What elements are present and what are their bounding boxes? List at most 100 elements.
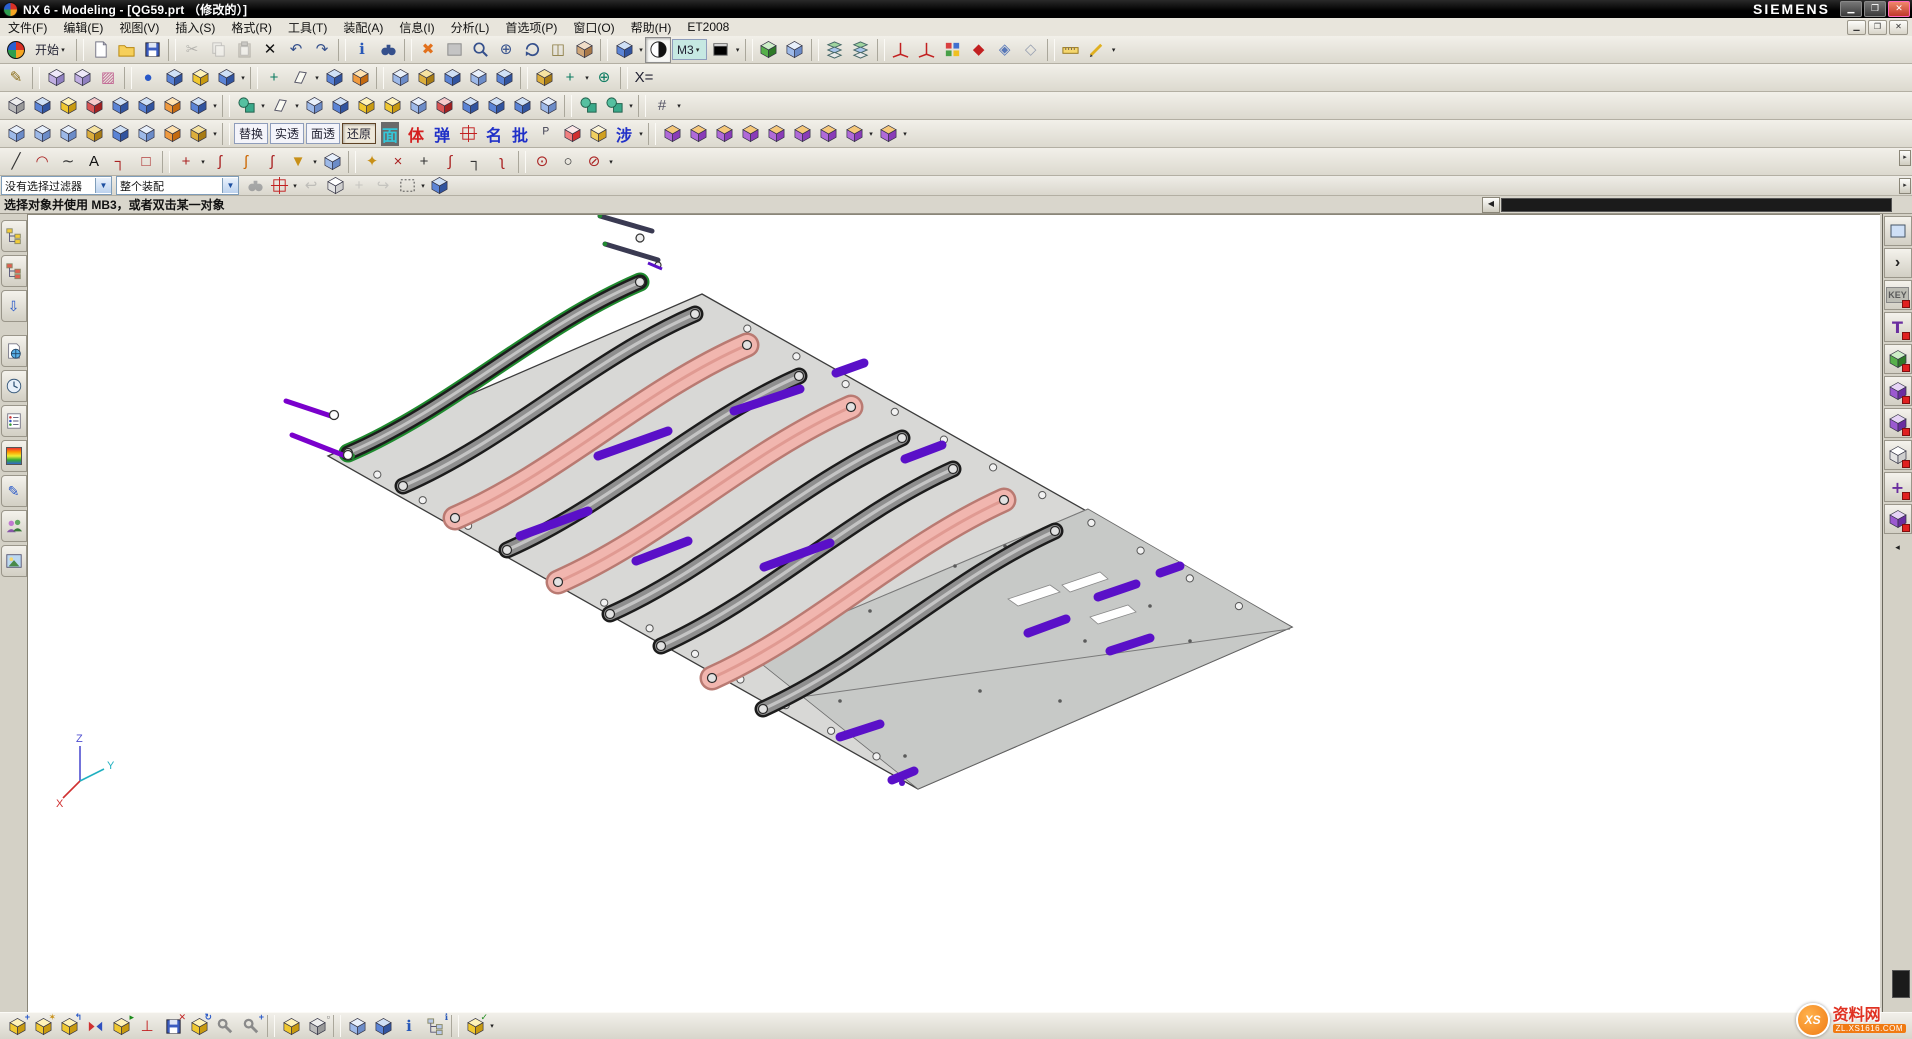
drag-selection-icon[interactable]: ↪ (371, 175, 395, 196)
helix-icon[interactable]: ▼ (285, 149, 311, 175)
pad-icon[interactable] (107, 93, 133, 119)
perspective-view-icon[interactable] (571, 37, 597, 63)
expression-icon[interactable]: X= (631, 65, 657, 91)
replace-button[interactable]: 替换 (234, 123, 268, 144)
point-set-icon-dropdown[interactable]: ▾ (583, 74, 591, 82)
layer-category-icon[interactable] (848, 37, 874, 63)
emboss-icon[interactable] (347, 65, 373, 91)
law-extension-icon[interactable] (159, 121, 185, 147)
slider-track[interactable] (1501, 198, 1892, 212)
new-component-icon[interactable]: ✶ (30, 1013, 56, 1039)
point-icon[interactable]: + (261, 65, 287, 91)
pattern-component-icon[interactable]: ↰ (56, 1013, 82, 1039)
view-background-icon-dropdown[interactable]: ▾ (734, 46, 742, 54)
materials-tab[interactable] (1, 440, 27, 472)
menu-item-3[interactable]: 视图(V) (111, 18, 167, 36)
graphics-viewport[interactable]: ZXY (28, 214, 1880, 1013)
menu-item-13[interactable]: ET2008 (679, 18, 737, 36)
batch-tool-icon[interactable]: 批 (507, 121, 533, 147)
viewport-canvas[interactable]: ZXY (28, 215, 1880, 1013)
restore-button[interactable]: ❐ (1864, 1, 1886, 17)
ruled-surface-icon[interactable] (387, 65, 413, 91)
sequence-icon[interactable]: ▫ (304, 1013, 330, 1039)
assembly-information-icon[interactable]: ℹ (396, 1013, 422, 1039)
csys-tool-icon[interactable] (601, 93, 627, 119)
restore-button[interactable]: 还原 (342, 123, 376, 144)
resource-slider[interactable]: ◀ (1482, 198, 1892, 212)
more-features-icon-dropdown[interactable]: ▾ (211, 102, 219, 110)
block-library-item[interactable] (1884, 344, 1912, 374)
arc-icon[interactable]: ◠ (29, 149, 55, 175)
ellipse-icon[interactable]: ○ (555, 149, 581, 175)
interference-tool-icon-dropdown[interactable]: ▾ (637, 130, 645, 138)
mirror-feature-icon[interactable] (457, 93, 483, 119)
clip-section-icon[interactable] (782, 37, 808, 63)
swept-icon[interactable] (531, 65, 557, 91)
selbar-overflow-icon[interactable]: ▸ (1899, 178, 1911, 194)
interference-tool-icon[interactable]: 涉 (611, 121, 637, 147)
copy-icon[interactable] (205, 37, 231, 63)
full-screen-icon[interactable] (1884, 216, 1912, 246)
assembly-navigator-tab[interactable] (1, 220, 27, 252)
assembly-relations-icon[interactable]: ℹ (422, 1013, 448, 1039)
point-curve-icon[interactable]: + (173, 149, 199, 175)
menu-item-7[interactable]: 装配(A) (335, 18, 391, 36)
history-tab[interactable] (1, 370, 27, 402)
selection-point-icon-dropdown[interactable]: ▾ (291, 182, 299, 190)
elbow-library-item[interactable] (1884, 504, 1912, 534)
new-file-icon[interactable] (87, 37, 113, 63)
align-component-icon[interactable] (763, 121, 789, 147)
through-curves-icon[interactable] (465, 65, 491, 91)
wcs-dynamics-icon[interactable] (888, 37, 914, 63)
point-curve-icon-dropdown[interactable]: ▾ (199, 158, 207, 166)
n-sided-surface-icon[interactable] (55, 121, 81, 147)
menu-item-9[interactable]: 分析(L) (443, 18, 498, 36)
cut-icon[interactable]: ✂ (179, 37, 205, 63)
intersection-point-icon[interactable]: ⊕ (591, 65, 617, 91)
solid-translucency-button[interactable]: 实透 (270, 123, 304, 144)
extension-surface-icon-dropdown[interactable]: ▾ (211, 130, 219, 138)
measure-angle-icon-dropdown[interactable]: ▾ (1110, 46, 1118, 54)
close-button[interactable]: ✕ (1888, 1, 1910, 17)
tube-icon[interactable] (319, 149, 345, 175)
move-component-icon[interactable]: ▸ (108, 1013, 134, 1039)
rotate-component-icon[interactable] (685, 121, 711, 147)
csys-tool-icon-dropdown[interactable]: ▾ (627, 102, 635, 110)
zoom-box-icon[interactable] (441, 37, 467, 63)
shell-icon[interactable] (509, 93, 535, 119)
slider-left-icon[interactable]: ◀ (1482, 197, 1500, 213)
nx-app-icon[interactable] (3, 37, 29, 63)
rectangle-icon[interactable]: □ (133, 149, 159, 175)
selection-scope-dropdown-icon[interactable]: ▼ (222, 178, 238, 193)
system-palettes-tab[interactable] (1, 405, 27, 437)
wcs-orient-icon[interactable] (914, 37, 940, 63)
datum-csys-icon[interactable] (233, 93, 259, 119)
snap-point-icon[interactable]: # (649, 93, 675, 119)
remember-constraints-icon[interactable]: ✕ (160, 1013, 186, 1039)
menu-item-12[interactable]: 帮助(H) (623, 18, 680, 36)
sew-icon[interactable] (81, 93, 107, 119)
assembly-validation-icon[interactable]: ✓ (462, 1013, 488, 1039)
block-icon[interactable] (161, 65, 187, 91)
orient-view-icon[interactable] (611, 37, 637, 63)
offset-face-icon[interactable] (301, 93, 327, 119)
plane-icon-dropdown[interactable]: ▾ (313, 74, 321, 82)
corner-icon[interactable]: ┐ (107, 149, 133, 175)
assembly-constraints-icon[interactable]: ⊥ (134, 1013, 160, 1039)
delete-face-icon[interactable] (353, 93, 379, 119)
divide-curve-icon[interactable]: + (411, 149, 437, 175)
face-tool-icon[interactable]: 面 (377, 121, 403, 147)
face-translucency-button[interactable]: 面透 (306, 123, 340, 144)
show-hide-icon[interactable]: ◆ (966, 37, 992, 63)
copy-component-icon-dropdown[interactable]: ▾ (867, 130, 875, 138)
bushing-library-item[interactable] (1884, 440, 1912, 470)
zoom-in-out-icon[interactable]: ⊕ (493, 37, 519, 63)
through-mesh-icon[interactable] (29, 121, 55, 147)
selection-filter-dropdown-icon[interactable]: ▼ (95, 178, 111, 193)
boss-icon[interactable] (187, 65, 213, 91)
invert-shown-icon[interactable]: ◇ (1018, 37, 1044, 63)
toolbar-overflow-icon[interactable]: ▸ (1899, 150, 1911, 166)
wave-interface-icon[interactable]: + (238, 1013, 264, 1039)
bridge-surface-icon[interactable] (133, 121, 159, 147)
exploded-views-icon[interactable] (344, 1013, 370, 1039)
